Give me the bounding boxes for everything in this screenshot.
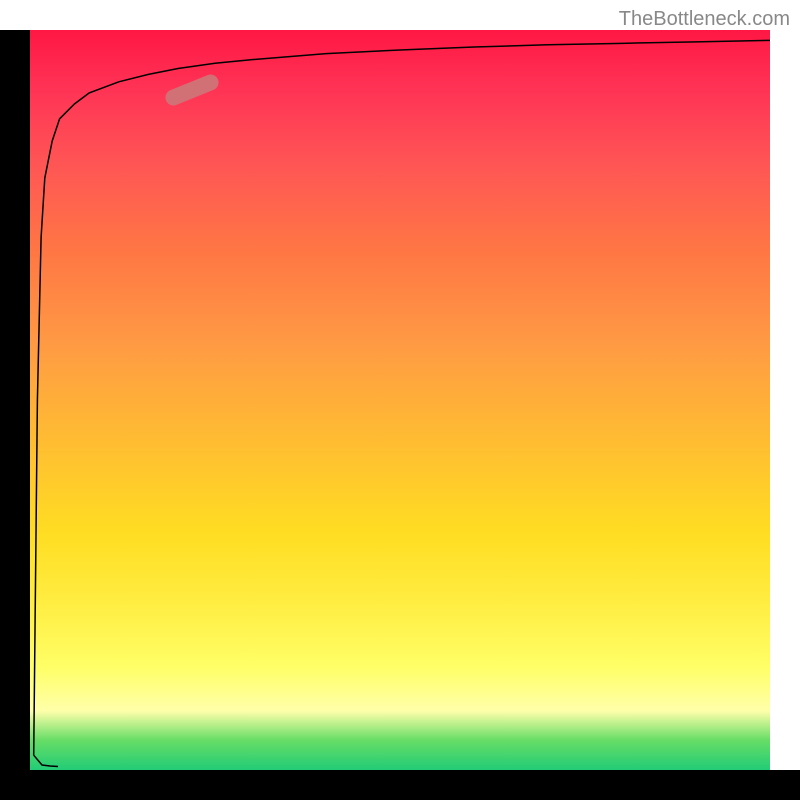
chart-svg xyxy=(30,30,770,770)
curve-dip xyxy=(34,755,58,766)
marker-icon xyxy=(163,72,221,108)
x-axis-bar xyxy=(0,770,800,800)
y-axis-bar xyxy=(0,30,30,770)
marker-group xyxy=(163,72,221,108)
chart-area xyxy=(30,30,770,770)
bottleneck-curve xyxy=(34,40,770,755)
attribution-text: TheBottleneck.com xyxy=(619,8,790,31)
